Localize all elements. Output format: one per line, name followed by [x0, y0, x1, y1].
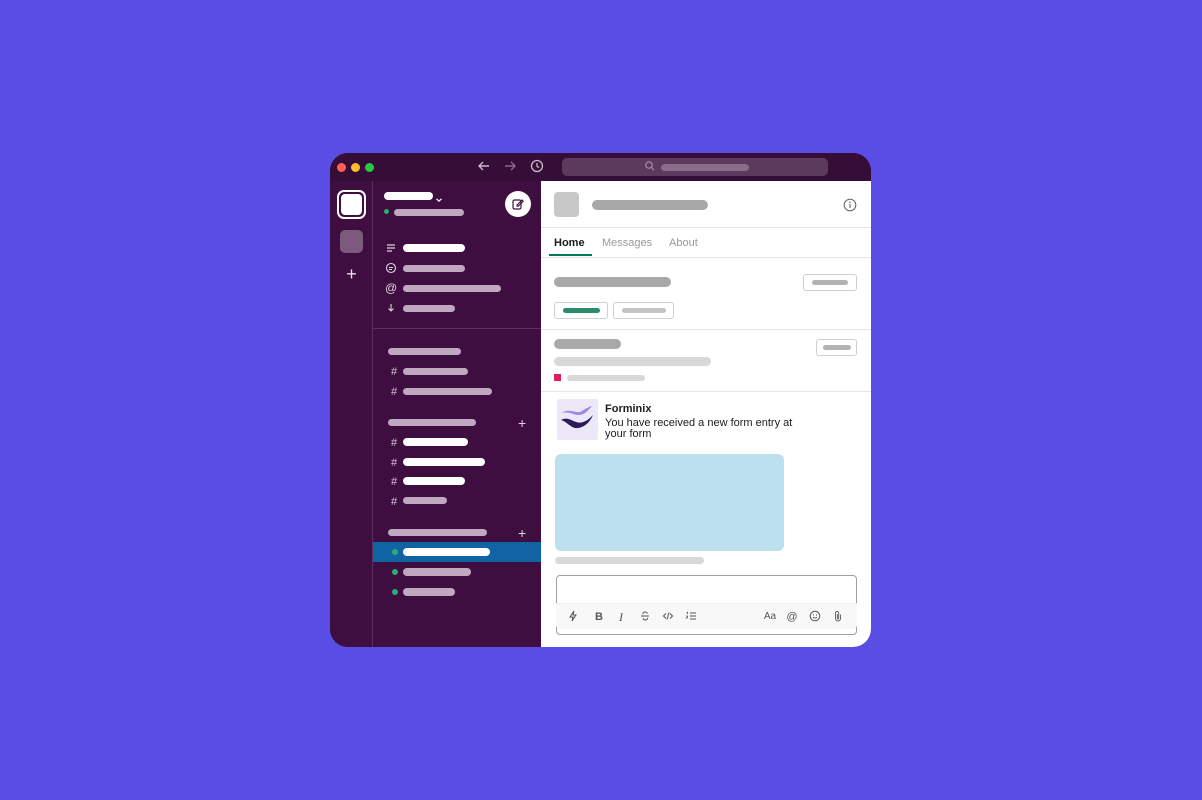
presence-dot — [392, 569, 398, 575]
message-sender[interactable]: Forminix — [605, 403, 651, 415]
compose-button[interactable] — [505, 191, 531, 217]
search-input[interactable] — [562, 158, 828, 176]
block-button[interactable] — [816, 339, 857, 356]
forward-arrow-icon[interactable] — [502, 159, 518, 175]
italic-icon[interactable]: I — [614, 610, 628, 624]
user-status — [394, 209, 464, 216]
dm-item[interactable] — [403, 568, 471, 576]
message-attachment-preview[interactable] — [555, 454, 784, 551]
avatar[interactable] — [554, 192, 579, 217]
dm-item-selected[interactable] — [403, 548, 490, 556]
overflow-button[interactable] — [803, 274, 857, 291]
sidebar-item-more[interactable] — [403, 305, 455, 312]
chevron-down-icon[interactable] — [435, 191, 443, 203]
sidebar: @ # # + # # # # + — [373, 181, 541, 647]
add-dm-icon[interactable]: + — [518, 526, 526, 540]
close-window-button[interactable] — [337, 163, 346, 172]
tab-home[interactable]: Home — [554, 237, 585, 249]
channel-hash-icon: # — [391, 386, 398, 398]
channel-hash-icon: # — [391, 476, 398, 488]
threads-icon — [385, 242, 397, 254]
workspace-name[interactable] — [384, 192, 433, 200]
compose-icon — [512, 199, 524, 210]
secondary-action-button[interactable] — [613, 302, 674, 319]
maximize-window-button[interactable] — [365, 163, 374, 172]
workspace-rail: + — [330, 181, 373, 647]
sidebar-item-mentions[interactable] — [403, 285, 501, 292]
main-pane: Home Messages About Forminix You have re… — [541, 181, 871, 647]
tab-about[interactable]: About — [669, 237, 698, 249]
text-format-icon[interactable]: Aa — [761, 610, 779, 624]
presence-dot — [392, 549, 398, 555]
channel-item[interactable] — [403, 438, 468, 446]
active-tab-indicator — [549, 254, 592, 256]
forminix-logo — [557, 399, 598, 440]
channel-hash-icon: # — [391, 437, 398, 449]
workspace-active[interactable] — [337, 190, 366, 219]
info-icon[interactable] — [843, 198, 857, 212]
sidebar-item-threads[interactable] — [403, 244, 465, 252]
sidebar-item-dms[interactable] — [403, 265, 465, 272]
channel-title — [592, 200, 708, 210]
code-icon[interactable] — [661, 610, 675, 624]
add-channel-icon[interactable]: + — [518, 416, 526, 430]
strikethrough-icon[interactable] — [638, 610, 652, 624]
add-workspace-icon[interactable]: + — [343, 265, 360, 283]
channel-hash-icon: # — [391, 366, 398, 378]
primary-action-button[interactable] — [554, 302, 608, 319]
search-placeholder — [661, 164, 749, 171]
status-dot — [384, 209, 389, 214]
tab-messages[interactable]: Messages — [602, 237, 652, 249]
app-window: + @ # # + # # # # + Home Messages About … — [330, 153, 871, 647]
block-meta — [567, 375, 645, 381]
composer-toolbar: B I Aa @ — [556, 603, 857, 629]
attach-icon[interactable] — [831, 610, 845, 624]
shortcuts-icon[interactable] — [566, 610, 580, 624]
minimize-window-button[interactable] — [351, 163, 360, 172]
title-bar — [330, 153, 871, 181]
section-header[interactable] — [388, 348, 461, 355]
numbered-list-icon[interactable] — [684, 610, 698, 624]
channel-hash-icon: # — [391, 457, 398, 469]
bold-icon[interactable]: B — [592, 610, 606, 624]
status-square — [554, 374, 561, 381]
down-arrow-icon — [385, 302, 397, 314]
channel-item[interactable] — [403, 477, 465, 485]
section-header[interactable] — [388, 419, 476, 426]
channel-hash-icon: # — [391, 496, 398, 508]
sidebar-divider — [373, 328, 541, 329]
attachment-caption — [555, 557, 704, 564]
back-arrow-icon[interactable] — [476, 159, 492, 175]
message-text: You have received a new form entry at yo… — [605, 417, 793, 440]
search-icon — [645, 161, 655, 171]
tabs-divider — [541, 257, 871, 258]
dm-item[interactable] — [403, 588, 455, 596]
mentions-icon: @ — [385, 281, 398, 295]
channel-item[interactable] — [403, 388, 492, 395]
dm-icon — [385, 262, 397, 274]
block-divider — [541, 329, 871, 330]
history-icon[interactable] — [529, 159, 545, 175]
channel-item[interactable] — [403, 458, 485, 466]
block-description — [554, 357, 711, 366]
section-title — [554, 277, 671, 287]
message-composer[interactable]: B I Aa @ — [556, 575, 857, 635]
emoji-icon[interactable] — [808, 610, 822, 624]
channel-item[interactable] — [403, 497, 447, 504]
channel-item[interactable] — [403, 368, 468, 375]
section-header[interactable] — [388, 529, 487, 536]
header-divider — [541, 227, 871, 228]
presence-dot — [392, 589, 398, 595]
mention-icon[interactable]: @ — [785, 610, 799, 624]
block-divider — [541, 391, 871, 392]
workspace-secondary[interactable] — [340, 230, 363, 253]
block-title — [554, 339, 621, 349]
